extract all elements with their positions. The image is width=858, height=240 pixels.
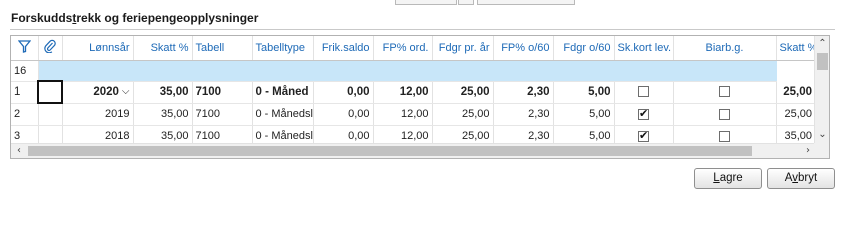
fdgr-o60-cell[interactable]: 5,00 xyxy=(553,103,615,126)
row-number: 16 xyxy=(11,60,39,82)
tax-card-cell xyxy=(614,81,674,104)
filter-row[interactable]: 16 xyxy=(11,60,816,82)
tax-card-checkbox[interactable] xyxy=(638,107,649,120)
tax-card-cell xyxy=(614,103,674,126)
cancel-button-label: bryt xyxy=(798,172,818,184)
col-header-fp-ord[interactable]: FP% ord. xyxy=(373,36,433,61)
filter-cell[interactable] xyxy=(493,60,554,82)
horizontal-scroll-thumb[interactable] xyxy=(28,146,752,156)
save-button-label: agre xyxy=(719,172,743,184)
side-employer-checkbox[interactable] xyxy=(719,130,730,142)
col-header-side-employer[interactable]: Biarb.g. xyxy=(673,36,777,61)
paperclip-icon[interactable] xyxy=(38,36,63,61)
col-header-tax-pct[interactable]: Skatt % xyxy=(133,36,193,61)
table-row[interactable]: 2 2019 35,00 7100 0 - Månedsl 0,00 12,00… xyxy=(11,103,816,126)
fdgr-year-cell[interactable]: 25,00 xyxy=(432,81,494,104)
filter-cell[interactable] xyxy=(432,60,494,82)
horizontal-scrollbar[interactable]: ‹ › xyxy=(11,143,816,158)
fdgr-year-cell[interactable]: 25,00 xyxy=(432,103,494,126)
tax-card-checkbox[interactable] xyxy=(638,129,649,142)
side-employer-checkbox[interactable] xyxy=(719,86,730,98)
vertical-scrollbar[interactable]: ⌃ ⌄ xyxy=(814,36,829,144)
free-balance-cell[interactable]: 0,00 xyxy=(313,103,374,126)
chevron-down-icon[interactable]: ⌵ xyxy=(122,86,130,97)
year-cell[interactable]: 2020 ⌵ xyxy=(62,81,134,104)
save-button[interactable]: Lagre xyxy=(694,168,762,189)
side-tax-cell[interactable]: 25,00 xyxy=(776,81,816,104)
top-field-button xyxy=(458,0,474,5)
table-type-cell[interactable]: 0 - Månedsl xyxy=(252,103,314,126)
table-cell[interactable]: 7100 xyxy=(192,81,253,104)
header-row: Lønnsår Skatt % Tabell Tabelltype Frik.s… xyxy=(11,36,816,61)
col-header-side-tax[interactable]: Skatt % biarb.give xyxy=(776,36,816,61)
table-cell[interactable]: 7100 xyxy=(192,103,253,126)
col-header-table-type[interactable]: Tabelltype xyxy=(252,36,314,61)
filter-cell[interactable] xyxy=(252,60,314,82)
filter-cell[interactable] xyxy=(62,60,134,82)
filter-cell[interactable] xyxy=(313,60,374,82)
tax-pct-cell[interactable]: 35,00 xyxy=(133,81,193,104)
col-header-table[interactable]: Tabell xyxy=(192,36,253,61)
filter-cell[interactable] xyxy=(553,60,615,82)
row-number: 1 xyxy=(11,81,39,104)
fdgr-o60-cell[interactable]: 5,00 xyxy=(553,81,615,104)
col-header-fdgr-o60[interactable]: Fdgr o/60 xyxy=(553,36,615,61)
filter-cell[interactable] xyxy=(373,60,433,82)
fp-o60-cell[interactable]: 2,30 xyxy=(493,81,554,104)
tax-card-checkbox[interactable] xyxy=(638,86,649,98)
scrollbar-corner xyxy=(814,143,829,158)
scroll-down-icon[interactable]: ⌄ xyxy=(815,128,829,142)
filter-cell[interactable] xyxy=(133,60,193,82)
row-selector-cell[interactable] xyxy=(38,103,63,126)
top-field-right xyxy=(477,0,575,5)
col-header-year[interactable]: Lønnsår xyxy=(62,36,134,61)
year-cell[interactable]: 2019 xyxy=(62,103,134,126)
vertical-scroll-thumb[interactable] xyxy=(817,53,828,70)
side-employer-cell xyxy=(673,81,777,104)
top-field-left xyxy=(395,0,457,5)
section-title-part: Forskudds xyxy=(11,11,73,25)
free-balance-cell[interactable]: 0,00 xyxy=(313,81,374,104)
fp-ord-cell[interactable]: 12,00 xyxy=(373,81,433,104)
row-selector-cell[interactable] xyxy=(37,80,63,104)
filter-cell[interactable] xyxy=(192,60,253,82)
tax-pct-cell[interactable]: 35,00 xyxy=(133,103,193,126)
tax-grid[interactable]: Lønnsår Skatt % Tabell Tabelltype Frik.s… xyxy=(10,35,830,159)
year-value: 2020 xyxy=(93,86,119,98)
side-tax-cell[interactable]: 25,00 xyxy=(776,103,816,126)
side-employer-cell xyxy=(673,103,777,126)
col-header-tax-card[interactable]: Sk.kort lev. xyxy=(614,36,674,61)
filter-cell[interactable] xyxy=(38,60,63,82)
tax-table: Lønnsår Skatt % Tabell Tabelltype Frik.s… xyxy=(11,36,816,148)
cancel-button[interactable]: Avbryt xyxy=(767,168,835,189)
filter-cell[interactable] xyxy=(673,60,777,82)
fp-o60-cell[interactable]: 2,30 xyxy=(493,103,554,126)
scroll-right-icon[interactable]: › xyxy=(801,144,815,158)
col-header-fdgr-year[interactable]: Fdgr pr. år xyxy=(432,36,494,61)
side-employer-checkbox[interactable] xyxy=(719,108,730,120)
table-row[interactable]: 1 2020 ⌵ 35,00 7100 0 - Måned 0,00 12,00 … xyxy=(11,80,816,104)
filter-cell[interactable] xyxy=(614,60,674,82)
scroll-up-icon[interactable]: ⌃ xyxy=(815,37,829,51)
row-number: 2 xyxy=(11,103,39,126)
table-type-cell[interactable]: 0 - Måned xyxy=(252,81,314,104)
section-divider xyxy=(10,29,835,30)
fp-ord-cell[interactable]: 12,00 xyxy=(373,103,433,126)
scroll-left-icon[interactable]: ‹ xyxy=(12,144,26,158)
section-title: Forskuddstrekk og feriepengeopplysninger xyxy=(11,11,258,25)
col-header-fp-o60[interactable]: FP% o/60 xyxy=(493,36,554,61)
col-header-free-balance[interactable]: Frik.saldo xyxy=(313,36,374,61)
section-title-part: rekk og feriepengeopplysninger xyxy=(76,11,259,25)
filter-icon[interactable] xyxy=(11,36,39,61)
